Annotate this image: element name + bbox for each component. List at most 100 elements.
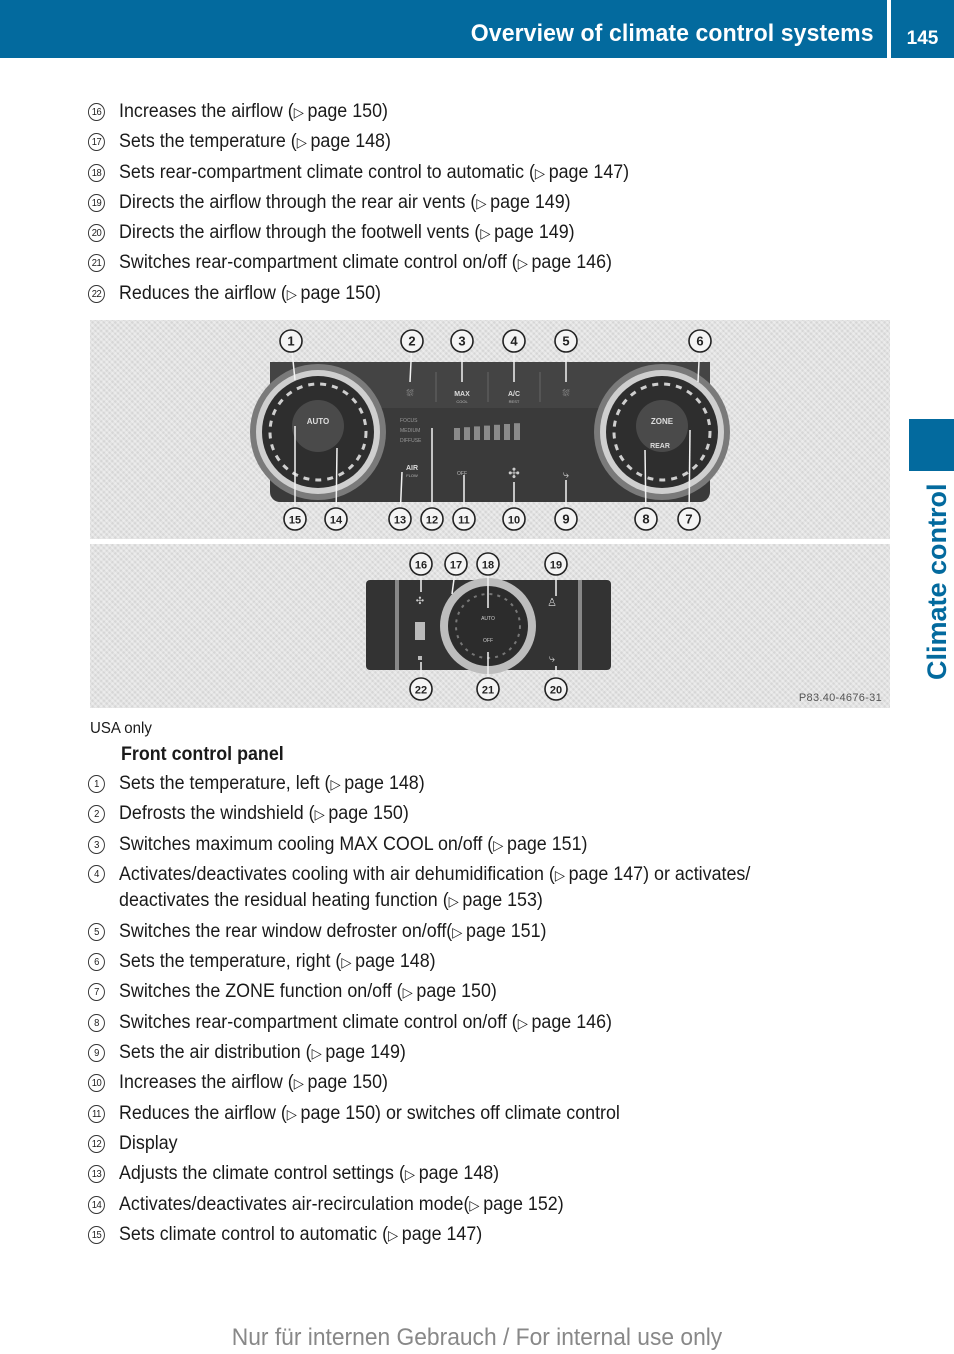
legend-text: ) or switches off climate control bbox=[375, 1102, 620, 1124]
callout-number: 4 bbox=[88, 864, 105, 883]
figure-code: P83.40-4676-31 bbox=[798, 692, 882, 704]
legend-text: Switches the ZONE function on/off ( bbox=[119, 981, 403, 1003]
legend-item: 4 Activates/deactivates cooling with air … bbox=[88, 860, 819, 917]
page-reference-link[interactable]: page 148 bbox=[311, 131, 385, 152]
callout-number: 5 bbox=[562, 334, 569, 349]
page-reference-link[interactable]: page 150 bbox=[416, 981, 490, 1002]
legend-text: Switches the rear window defroster on/of… bbox=[119, 920, 453, 942]
page-ref-arrow-icon: ▷ bbox=[517, 255, 532, 272]
page-ref-arrow-icon: ▷ bbox=[534, 164, 549, 181]
callout-number: 9 bbox=[562, 512, 569, 527]
callout-number: 19 bbox=[88, 193, 105, 212]
page-reference-link[interactable]: page 151 bbox=[466, 921, 540, 942]
page-reference-link[interactable]: page 147 bbox=[549, 162, 623, 183]
legend-text: ) bbox=[568, 222, 575, 244]
legend-item: 11 Reduces the airflow (▷ page 150) or sw… bbox=[88, 1099, 819, 1129]
callout-number: 9 bbox=[88, 1044, 105, 1063]
legend-text: Sets the temperature, left ( bbox=[119, 773, 331, 794]
callout-number: 13 bbox=[88, 1165, 105, 1184]
legend-text: ) bbox=[399, 1042, 406, 1064]
page-ref-arrow-icon: ▷ bbox=[493, 836, 508, 853]
off-label: OFF bbox=[457, 471, 467, 477]
page-reference-link[interactable]: page 148 bbox=[419, 1163, 493, 1184]
fan-icon: ✣ bbox=[508, 465, 520, 481]
page-reference-link[interactable]: page 146 bbox=[532, 252, 606, 273]
legend-text: ) bbox=[564, 191, 571, 213]
legend-item: 3 Switches maximum cooling MAX COOL on/of… bbox=[88, 830, 819, 860]
fan-level-bar bbox=[474, 426, 480, 440]
rear-panel-trim bbox=[395, 580, 399, 670]
footwell-icon: ⤷ bbox=[549, 653, 556, 665]
callout-number: 3 bbox=[88, 835, 105, 854]
rear-defrost-icon: ⛆ bbox=[562, 388, 569, 398]
page-reference-link[interactable]: page 150 bbox=[301, 283, 375, 304]
legend-text: Activates/deactivates cooling with air d… bbox=[119, 863, 555, 885]
figure-callout: 20 bbox=[544, 666, 568, 701]
legend-item: 1 Sets the temperature, left (▷ page 148) bbox=[88, 769, 819, 799]
page-reference-link[interactable]: page 150 bbox=[308, 101, 382, 122]
legend-text: Defrosts the windshield ( bbox=[119, 803, 315, 825]
callout-number: 22 bbox=[88, 284, 105, 303]
air-distribution-icon: ⤷ bbox=[563, 469, 570, 481]
airflow-sublabel: FLOW bbox=[406, 473, 418, 478]
page-number: 145 bbox=[906, 28, 939, 49]
page-ref-arrow-icon: ▷ bbox=[286, 285, 301, 302]
callout-number: 17 bbox=[450, 560, 462, 572]
legend-text: Reduces the airflow ( bbox=[119, 1102, 287, 1124]
legend-text: Increases the airflow ( bbox=[119, 1072, 294, 1094]
legend-text: ) bbox=[557, 1193, 564, 1215]
callout-number: 14 bbox=[330, 515, 343, 527]
legend-text: ) bbox=[540, 920, 547, 942]
callout-number: 22 bbox=[415, 685, 427, 697]
page-reference-link[interactable]: page 149 bbox=[490, 192, 564, 213]
page-reference-link[interactable]: page 150 bbox=[308, 1072, 382, 1093]
zone-label: ZONE bbox=[651, 417, 674, 426]
callout-number: 8 bbox=[88, 1013, 105, 1032]
auto-label: AUTO bbox=[307, 417, 330, 426]
legend-item: 5 Switches the rear window defroster on/o… bbox=[88, 917, 819, 947]
page-header: Overview of climate control systems 145 bbox=[0, 0, 954, 58]
ac-label: A/C bbox=[508, 391, 520, 398]
callout-number: 21 bbox=[88, 254, 105, 273]
legend-item: 16 Increases the airflow (▷ page 150) bbox=[88, 97, 629, 127]
page-reference-link[interactable]: page 149 bbox=[325, 1042, 399, 1063]
page-reference-link[interactable]: page 147 bbox=[402, 1224, 476, 1245]
callout-number: 15 bbox=[88, 1225, 105, 1244]
page-reference-link[interactable]: page 146 bbox=[532, 1012, 606, 1033]
page-reference-link[interactable]: page 150 bbox=[301, 1103, 375, 1124]
legend-item: 15 Sets climate control to automatic (▷ p… bbox=[88, 1220, 819, 1250]
rear-fan-bars bbox=[415, 622, 425, 640]
page-ref-arrow-icon: ▷ bbox=[517, 1014, 532, 1031]
page-reference-link[interactable]: page 149 bbox=[494, 222, 568, 243]
page-reference-link[interactable]: page 150 bbox=[328, 803, 402, 824]
airflow-reduce-icon bbox=[418, 656, 422, 660]
legend-text: Switches rear-compartment climate contro… bbox=[119, 1011, 518, 1033]
callout-number: 10 bbox=[88, 1074, 105, 1093]
legend-item: 13 Adjusts the climate control settings (… bbox=[88, 1159, 819, 1189]
rear-control-panel-image: AUTO OFF ✣ ♙ ⤷ 16 17 18 19 20 21 22 P83.40-467… bbox=[90, 544, 890, 708]
page-reference-link[interactable]: page 153 bbox=[462, 890, 536, 911]
page-ref-arrow-icon: ▷ bbox=[341, 954, 356, 971]
figure-caption: USA only bbox=[90, 720, 152, 737]
page-ref-arrow-icon: ▷ bbox=[480, 225, 495, 242]
page-reference-link[interactable]: page 147 bbox=[569, 864, 643, 885]
page-reference-link[interactable]: page 151 bbox=[507, 834, 581, 855]
page-ref-arrow-icon: ▷ bbox=[311, 1045, 326, 1062]
legend-text: Adjusts the climate control settings ( bbox=[119, 1163, 405, 1185]
callout-number: 13 bbox=[394, 515, 406, 527]
internal-use-footer: Nur für internen Gebrauch / For internal… bbox=[231, 1324, 723, 1351]
legend-text: Sets the air distribution ( bbox=[119, 1042, 312, 1064]
page-reference-link[interactable]: page 152 bbox=[483, 1194, 557, 1215]
callout-number: 10 bbox=[508, 515, 520, 527]
callout-number: 18 bbox=[482, 560, 494, 572]
legend-item: 7 Switches the ZONE function on/off (▷ pa… bbox=[88, 977, 819, 1007]
page-reference-link[interactable]: page 148 bbox=[355, 951, 429, 972]
legend-text: Directs the airflow through the footwell… bbox=[119, 222, 481, 244]
page-reference-link[interactable]: page 148 bbox=[344, 773, 418, 794]
front-panel-illustration: AUTO ZONE REAR MAX COOL A/C REST ⛆ ⛆ FOC… bbox=[250, 329, 730, 531]
legend-text: Sets the temperature ( bbox=[119, 131, 297, 153]
callout-number: 8 bbox=[642, 512, 649, 527]
legend-item: 17 Sets the temperature (▷ page 148) bbox=[88, 127, 629, 157]
max-cool-sublabel: COOL bbox=[456, 399, 468, 404]
legend-text: ) bbox=[493, 1163, 500, 1185]
